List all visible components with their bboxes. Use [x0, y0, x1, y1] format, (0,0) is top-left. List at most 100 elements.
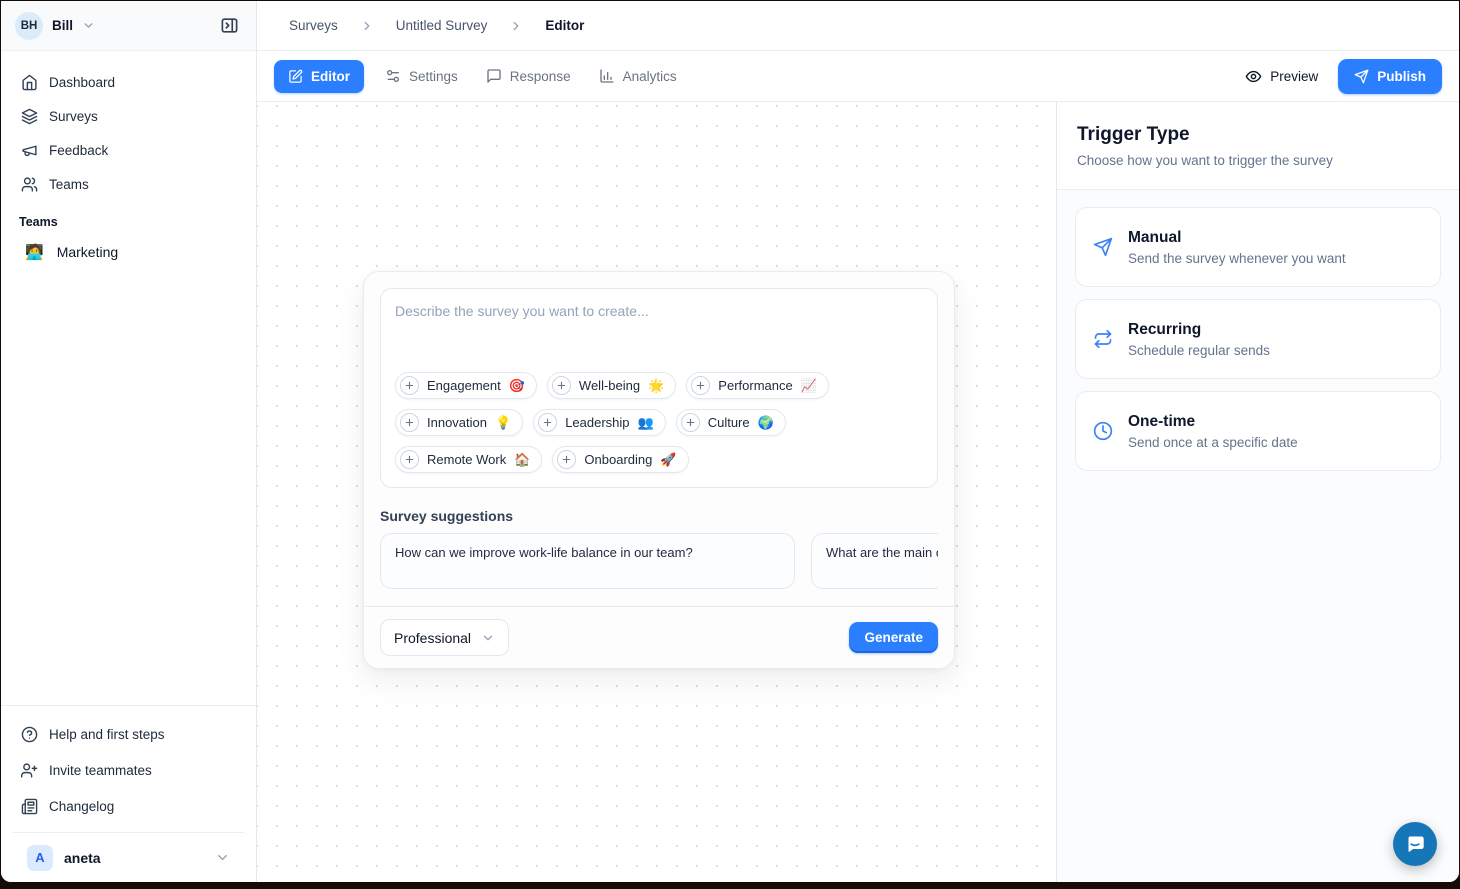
chip-label: Culture [708, 415, 750, 430]
chip-label: Innovation [427, 415, 487, 430]
sidebar-item-marketing[interactable]: 🧑‍💻 Marketing [13, 235, 244, 269]
trigger-option-title: One-time [1128, 413, 1298, 431]
editor-canvas[interactable]: Engagement 🎯 Well-being 🌟 Performance [257, 102, 1056, 882]
sidebar-item-changelog[interactable]: Changelog [13, 788, 244, 824]
repeat-icon [1093, 329, 1113, 349]
globe-emoji-icon: 🌍 [758, 416, 774, 429]
chat-bubble-icon [1403, 832, 1427, 856]
chat-launcher-button[interactable] [1393, 822, 1437, 866]
users-icon [21, 176, 38, 193]
megaphone-icon [21, 142, 38, 159]
sidebar-item-label: Dashboard [49, 75, 115, 90]
home-icon [21, 74, 38, 91]
team-label: Marketing [57, 244, 118, 260]
chip-engagement[interactable]: Engagement 🎯 [395, 372, 537, 399]
chip-label: Engagement [427, 378, 501, 393]
target-emoji-icon: 🎯 [509, 379, 525, 392]
trigger-option-manual[interactable]: Manual Send the survey whenever you want [1075, 207, 1441, 287]
suggestions-title: Survey suggestions [380, 508, 938, 524]
breadcrumb-untitled-survey[interactable]: Untitled Survey [396, 18, 488, 33]
trigger-option-recurring[interactable]: Recurring Schedule regular sends [1075, 299, 1441, 379]
chip-leadership[interactable]: Leadership 👥 [533, 409, 666, 436]
chip-well-being[interactable]: Well-being 🌟 [547, 372, 676, 399]
chevron-down-icon [215, 850, 230, 865]
sidebar-item-dashboard[interactable]: Dashboard [13, 65, 244, 99]
sidebar-item-teams[interactable]: Teams [13, 167, 244, 201]
chevron-down-icon [82, 19, 95, 32]
breadcrumb-surveys[interactable]: Surveys [289, 18, 338, 33]
technologist-emoji-icon: 🧑‍💻 [25, 245, 44, 260]
chip-onboarding[interactable]: Onboarding 🚀 [552, 446, 688, 473]
publish-button[interactable]: Publish [1338, 59, 1442, 94]
tab-group: Editor Settings Response [274, 60, 684, 93]
sidebar-toggle-button[interactable] [214, 11, 244, 41]
sidebar-item-help[interactable]: Help and first steps [13, 716, 244, 752]
layers-icon [21, 108, 38, 125]
chip-label: Onboarding [584, 452, 652, 467]
chart-up-emoji-icon: 📈 [801, 379, 817, 392]
chip-remote-work[interactable]: Remote Work 🏠 [395, 446, 542, 473]
sidebar-item-label: Feedback [49, 143, 108, 158]
sidebar: BH Bill Dashboard [1, 1, 257, 882]
chevron-right-icon [509, 19, 523, 33]
main-column: Surveys Untitled Survey Editor Editor [257, 1, 1459, 882]
sidebar-item-invite[interactable]: Invite teammates [13, 752, 244, 788]
chip-label: Leadership [565, 415, 629, 430]
house-emoji-icon: 🏠 [514, 453, 530, 466]
chip-label: Well-being [579, 378, 640, 393]
sliders-icon [385, 68, 401, 84]
suggestion-card[interactable]: How can we improve work-life balance in … [380, 533, 795, 589]
suggestion-card[interactable]: What are the main ob [811, 533, 938, 589]
survey-description-box: Engagement 🎯 Well-being 🌟 Performance [380, 288, 938, 488]
survey-description-input[interactable] [395, 303, 923, 372]
chevron-down-icon [481, 631, 495, 645]
tab-analytics[interactable]: Analytics [592, 60, 684, 92]
survey-composer-card: Engagement 🎯 Well-being 🌟 Performance [363, 271, 955, 669]
plus-icon [538, 413, 557, 432]
sidebar-item-feedback[interactable]: Feedback [13, 133, 244, 167]
trigger-option-one-time[interactable]: One-time Send once at a specific date [1075, 391, 1441, 471]
chip-innovation[interactable]: Innovation 💡 [395, 409, 523, 436]
send-icon [1354, 69, 1369, 84]
tab-settings[interactable]: Settings [378, 60, 465, 92]
account-name: aneta [64, 850, 101, 866]
tab-bar: Editor Settings Response [257, 51, 1459, 102]
clock-icon [1093, 421, 1113, 441]
tab-response[interactable]: Response [479, 60, 578, 92]
preview-label: Preview [1270, 69, 1318, 84]
sidebar-footer: Help and first steps Invite teammates Ch… [1, 705, 256, 882]
plus-icon [557, 450, 576, 469]
tab-label: Editor [311, 69, 350, 84]
preview-button[interactable]: Preview [1245, 68, 1318, 85]
workspace-switcher[interactable]: BH Bill [15, 12, 95, 40]
chip-culture[interactable]: Culture 🌍 [676, 409, 786, 436]
tab-editor[interactable]: Editor [274, 60, 364, 93]
sidebar-item-label: Help and first steps [49, 727, 165, 742]
generate-button[interactable]: Generate [849, 622, 938, 653]
edit-icon [288, 69, 303, 84]
teams-section-label: Teams [13, 201, 244, 235]
panel-subtitle: Choose how you want to trigger the surve… [1077, 153, 1439, 168]
trigger-type-panel: Trigger Type Choose how you want to trig… [1056, 102, 1459, 882]
sidebar-item-surveys[interactable]: Surveys [13, 99, 244, 133]
chevron-right-icon [360, 19, 374, 33]
chip-label: Performance [718, 378, 792, 393]
breadcrumb: Surveys Untitled Survey Editor [257, 1, 1459, 51]
trigger-option-description: Send the survey whenever you want [1128, 251, 1346, 266]
chip-label: Remote Work [427, 452, 506, 467]
workspace: Engagement 🎯 Well-being 🌟 Performance [257, 102, 1459, 882]
plus-icon [691, 376, 710, 395]
header-actions: Preview Publish [1245, 59, 1442, 94]
chip-performance[interactable]: Performance 📈 [686, 372, 829, 399]
rocket-emoji-icon: 🚀 [660, 453, 676, 466]
plus-icon [681, 413, 700, 432]
sidebar-item-label: Invite teammates [49, 763, 152, 778]
account-menu[interactable]: A aneta [13, 832, 244, 882]
trigger-panel-body: Manual Send the survey whenever you want… [1057, 190, 1459, 500]
composer-footer: Professional Generate [364, 606, 954, 668]
tone-select[interactable]: Professional [380, 619, 509, 656]
trigger-panel-header: Trigger Type Choose how you want to trig… [1057, 102, 1459, 190]
tab-label: Settings [409, 69, 458, 84]
breadcrumb-editor: Editor [545, 18, 584, 33]
app-window: BH Bill Dashboard [1, 1, 1459, 882]
